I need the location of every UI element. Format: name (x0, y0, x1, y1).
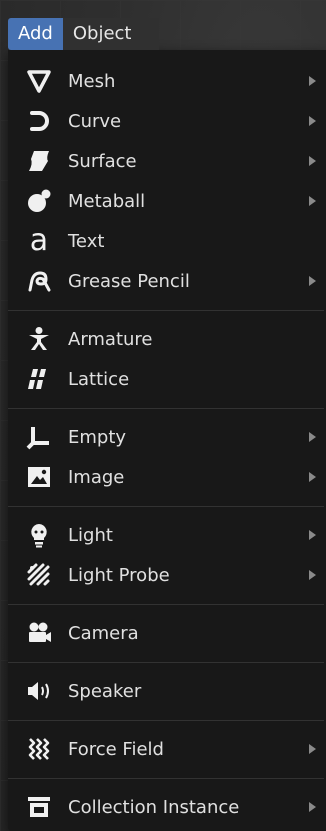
menu-item-label: Image (68, 466, 125, 488)
menu-item-label: Text (68, 230, 105, 252)
lattice-icon (22, 362, 56, 396)
menu-item-curve[interactable]: Curve (8, 102, 324, 140)
submenu-arrow-icon (309, 156, 316, 166)
separator (8, 662, 324, 663)
header-menubar: Add Object (8, 18, 159, 50)
add-menu: Mesh Curve Surface Metaball a Text Greas… (8, 50, 326, 831)
menu-item-metaball[interactable]: Metaball (8, 182, 324, 220)
submenu-arrow-icon (309, 802, 316, 812)
submenu-arrow-icon (309, 276, 316, 286)
menu-item-collection-instance[interactable]: Collection Instance (8, 788, 324, 826)
submenu-arrow-icon (309, 570, 316, 580)
empty-icon (22, 420, 56, 454)
menu-item-image[interactable]: Image (8, 458, 324, 496)
submenu-arrow-icon (309, 472, 316, 482)
menu-item-surface[interactable]: Surface (8, 142, 324, 180)
menu-item-speaker[interactable]: Speaker (8, 672, 324, 710)
menu-item-label: Surface (68, 150, 137, 172)
surface-icon (22, 144, 56, 178)
separator (8, 604, 324, 605)
menu-item-label: Lattice (68, 368, 130, 390)
separator (8, 720, 324, 721)
menu-item-light[interactable]: Light (8, 516, 324, 554)
menu-item-light-probe[interactable]: Light Probe (8, 556, 324, 594)
light-icon (22, 518, 56, 552)
tab-object[interactable]: Object (62, 18, 159, 50)
separator (8, 506, 324, 507)
submenu-arrow-icon (309, 432, 316, 442)
menu-item-label: Mesh (68, 70, 116, 92)
mesh-icon (22, 64, 56, 98)
menu-item-label: Armature (68, 328, 153, 350)
collection-instance-icon (22, 790, 56, 824)
svg-text:a: a (30, 226, 48, 256)
submenu-arrow-icon (309, 744, 316, 754)
menu-item-camera[interactable]: Camera (8, 614, 324, 652)
menu-item-text[interactable]: a Text (8, 222, 324, 260)
separator (8, 778, 324, 779)
submenu-arrow-icon (309, 196, 316, 206)
menu-item-mesh[interactable]: Mesh (8, 62, 324, 100)
menu-item-label: Collection Instance (68, 796, 240, 818)
menu-item-lattice[interactable]: Lattice (8, 360, 324, 398)
menu-item-armature[interactable]: Armature (8, 320, 324, 358)
menu-item-label: Curve (68, 110, 122, 132)
grease-pencil-icon (22, 264, 56, 298)
separator (8, 408, 324, 409)
light-probe-icon (22, 558, 56, 592)
submenu-arrow-icon (309, 530, 316, 540)
menu-item-empty[interactable]: Empty (8, 418, 324, 456)
speaker-icon (22, 674, 56, 708)
curve-icon (22, 104, 56, 138)
tab-add[interactable]: Add (8, 18, 63, 50)
text-icon: a (22, 224, 56, 258)
metaball-icon (22, 184, 56, 218)
submenu-arrow-icon (309, 76, 316, 86)
image-icon (22, 460, 56, 494)
menu-item-label: Metaball (68, 190, 146, 212)
menu-item-label: Speaker (68, 680, 142, 702)
submenu-arrow-icon (309, 116, 316, 126)
menu-item-force-field[interactable]: Force Field (8, 730, 324, 768)
menu-item-label: Camera (68, 622, 139, 644)
separator (8, 310, 324, 311)
menu-item-label: Light (68, 524, 113, 546)
menu-item-label: Light Probe (68, 564, 170, 586)
menu-item-label: Empty (68, 426, 127, 448)
armature-icon (22, 322, 56, 356)
camera-icon (22, 616, 56, 650)
menu-item-label: Grease Pencil (68, 270, 190, 292)
menu-item-grease-pencil[interactable]: Grease Pencil (8, 262, 324, 300)
menu-item-label: Force Field (68, 738, 164, 760)
force-field-icon (22, 732, 56, 766)
